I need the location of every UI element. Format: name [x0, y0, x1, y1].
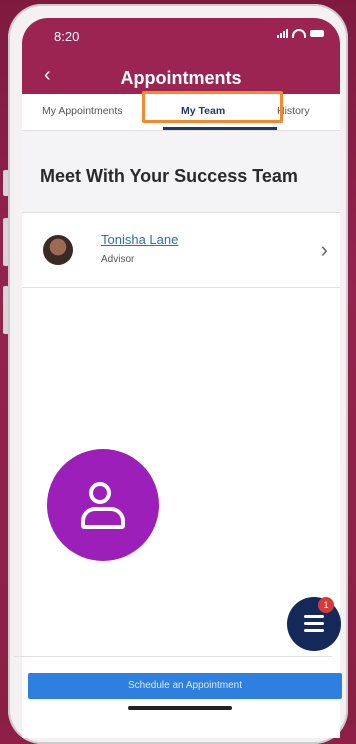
user-avatar-overlay [47, 449, 159, 561]
active-tab-indicator [163, 127, 277, 130]
team-member-row[interactable]: Tonisha Lane Advisor › [22, 212, 340, 288]
wifi-icon [292, 28, 306, 38]
footer-divider [14, 656, 332, 657]
team-member-role: Advisor [101, 254, 135, 265]
team-member-name[interactable]: Tonisha Lane [101, 232, 178, 247]
tab-my-appointments[interactable]: My Appointments [42, 105, 123, 117]
section-title: Meet With Your Success Team [40, 166, 298, 186]
hamburger-icon [304, 615, 324, 636]
highlight-annotation [142, 91, 283, 123]
notification-badge: 1 [318, 597, 334, 613]
avatar [43, 235, 73, 265]
schedule-appointment-button[interactable]: Schedule an Appointment [28, 673, 342, 699]
app-header: 8:20 ‹ Appointments [22, 18, 340, 94]
home-indicator [128, 706, 232, 710]
status-time: 8:20 [54, 29, 80, 44]
section-header: Meet With Your Success Team [22, 131, 340, 212]
status-icons [277, 28, 324, 38]
battery-icon [310, 29, 324, 37]
signal-icon [277, 28, 288, 38]
user-icon-head [89, 482, 111, 504]
chevron-right-icon: › [320, 237, 328, 262]
user-icon-body [81, 507, 125, 529]
page-title: Appointments [120, 68, 242, 88]
